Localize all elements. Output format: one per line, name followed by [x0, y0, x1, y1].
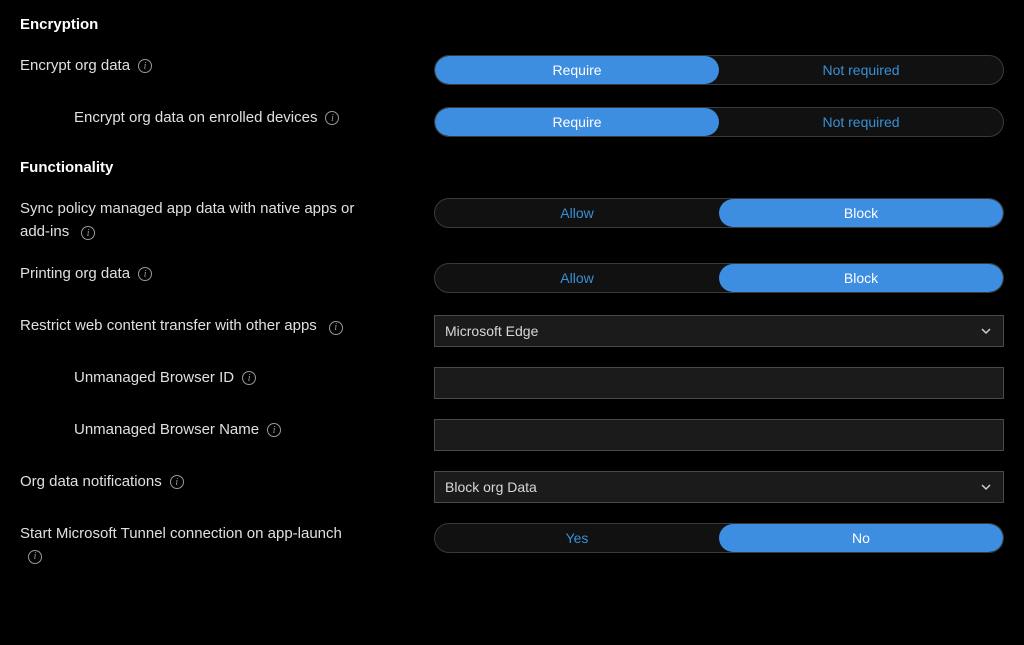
label-start-microsoft-tunnel: Start Microsoft Tunnel connection on app… [20, 525, 342, 542]
label-encrypt-org-data-enrolled: Encrypt org data on enrolled devices [74, 107, 317, 130]
chevron-down-icon [979, 480, 993, 494]
row-printing-org-data: Printing org data i Allow Block [20, 263, 1004, 295]
toggle-encrypt-org-data-enrolled-not-required[interactable]: Not required [719, 108, 1003, 136]
row-unmanaged-browser-id: Unmanaged Browser ID i [20, 367, 1004, 399]
row-restrict-web-content: Restrict web content transfer with other… [20, 315, 1004, 347]
row-unmanaged-browser-name: Unmanaged Browser Name i [20, 419, 1004, 451]
info-icon[interactable]: i [170, 475, 184, 489]
toggle-sync-policy-allow[interactable]: Allow [435, 199, 719, 227]
toggle-encrypt-org-data: Require Not required [434, 55, 1004, 85]
row-sync-policy: Sync policy managed app data with native… [20, 198, 1004, 243]
toggle-sync-policy-block[interactable]: Block [719, 199, 1003, 227]
info-icon[interactable]: i [28, 550, 42, 564]
info-icon[interactable]: i [242, 371, 256, 385]
toggle-start-microsoft-tunnel: Yes No [434, 523, 1004, 553]
label-unmanaged-browser-id: Unmanaged Browser ID [74, 367, 234, 390]
row-encrypt-org-data-enrolled: Encrypt org data on enrolled devices i R… [20, 107, 1004, 139]
label-restrict-web-content: Restrict web content transfer with other… [20, 317, 317, 334]
chevron-down-icon [979, 324, 993, 338]
info-icon[interactable]: i [267, 423, 281, 437]
toggle-printing-block[interactable]: Block [719, 264, 1003, 292]
section-header-functionality: Functionality [20, 159, 1004, 176]
label-sync-policy: Sync policy managed app data with native… [20, 200, 354, 240]
label-unmanaged-browser-name: Unmanaged Browser Name [74, 419, 259, 442]
toggle-encrypt-org-data-enrolled-require[interactable]: Require [435, 108, 719, 136]
toggle-encrypt-org-data-not-required[interactable]: Not required [719, 56, 1003, 84]
info-icon[interactable]: i [81, 226, 95, 240]
row-start-microsoft-tunnel: Start Microsoft Tunnel connection on app… [20, 523, 1004, 564]
toggle-printing-allow[interactable]: Allow [435, 264, 719, 292]
label-printing-org-data: Printing org data [20, 263, 130, 286]
toggle-encrypt-org-data-require[interactable]: Require [435, 56, 719, 84]
input-unmanaged-browser-name[interactable] [434, 419, 1004, 451]
row-org-data-notifications: Org data notifications i Block org Data [20, 471, 1004, 503]
toggle-encrypt-org-data-enrolled: Require Not required [434, 107, 1004, 137]
dropdown-org-data-notifications[interactable]: Block org Data [434, 471, 1004, 503]
row-encrypt-org-data: Encrypt org data i Require Not required [20, 55, 1004, 87]
dropdown-value-org-data-notifications: Block org Data [445, 479, 537, 495]
input-unmanaged-browser-id[interactable] [434, 367, 1004, 399]
toggle-sync-policy: Allow Block [434, 198, 1004, 228]
toggle-printing-org-data: Allow Block [434, 263, 1004, 293]
dropdown-restrict-web-content[interactable]: Microsoft Edge [434, 315, 1004, 347]
info-icon[interactable]: i [138, 267, 152, 281]
info-icon[interactable]: i [329, 321, 343, 335]
toggle-tunnel-no[interactable]: No [719, 524, 1003, 552]
info-icon[interactable]: i [325, 111, 339, 125]
label-org-data-notifications: Org data notifications [20, 471, 162, 494]
label-encrypt-org-data: Encrypt org data [20, 55, 130, 78]
section-header-encryption: Encryption [20, 16, 1004, 33]
toggle-tunnel-yes[interactable]: Yes [435, 524, 719, 552]
info-icon[interactable]: i [138, 59, 152, 73]
dropdown-value-restrict-web-content: Microsoft Edge [445, 323, 538, 339]
